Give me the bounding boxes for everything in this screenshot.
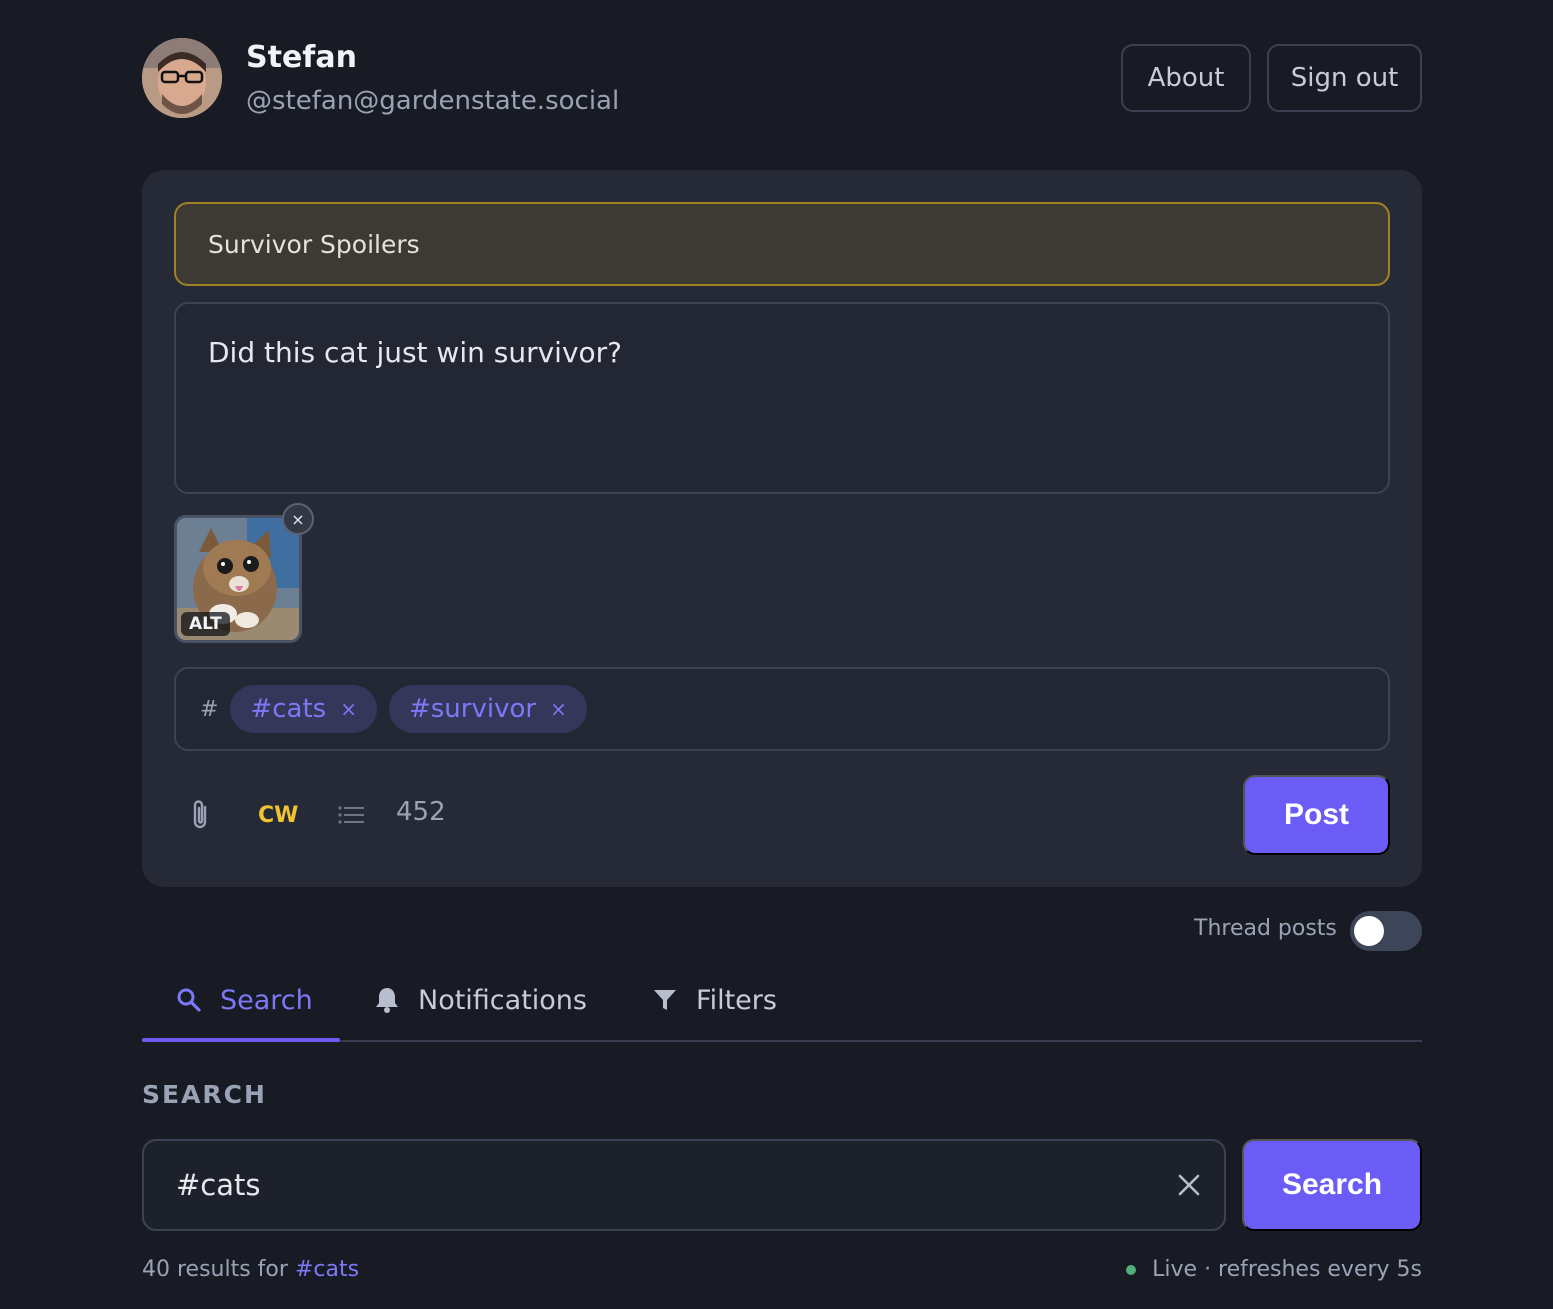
tab-search-label: Search bbox=[220, 984, 313, 1016]
tag-remove-icon[interactable]: × bbox=[550, 697, 567, 721]
avatar-portrait bbox=[142, 38, 222, 118]
tab-bar: Search Notifications Filters bbox=[142, 960, 1422, 1042]
search-button[interactable]: Search bbox=[1242, 1139, 1422, 1231]
attachment-thumbnail[interactable]: ALT bbox=[174, 515, 302, 643]
results-count: 40 results for bbox=[142, 1257, 295, 1282]
hashtag-input[interactable]: # #cats × #survivor × bbox=[174, 667, 1390, 751]
composer-toolbar: CW 452 Post bbox=[174, 775, 1390, 855]
sign-out-button[interactable]: Sign out bbox=[1267, 44, 1422, 112]
section-title: SEARCH bbox=[142, 1080, 267, 1109]
list-button[interactable] bbox=[338, 795, 364, 835]
alt-badge[interactable]: ALT bbox=[181, 612, 230, 636]
profile-header: Stefan @stefan@gardenstate.social About … bbox=[142, 38, 1422, 118]
remove-attachment-button[interactable]: × bbox=[282, 503, 314, 535]
thread-posts-toggle[interactable] bbox=[1350, 911, 1422, 951]
avatar[interactable] bbox=[142, 38, 222, 118]
tag-chip[interactable]: #survivor × bbox=[388, 685, 587, 733]
paperclip-icon bbox=[193, 800, 207, 829]
active-tab-indicator bbox=[142, 1038, 340, 1042]
results-summary: 40 results for #cats bbox=[142, 1257, 359, 1282]
filter-icon bbox=[654, 990, 676, 1010]
composer-card: Survivor Spoilers Did this cat just win … bbox=[142, 170, 1422, 887]
clear-icon[interactable] bbox=[1176, 1172, 1202, 1198]
tag-remove-icon[interactable]: × bbox=[340, 697, 357, 721]
tab-notifications[interactable]: Notifications bbox=[374, 960, 587, 1040]
content-warning-text: Survivor Spoilers bbox=[208, 229, 420, 259]
search-icon bbox=[177, 988, 201, 1012]
account-handle: @stefan@gardenstate.social bbox=[246, 86, 620, 116]
display-name: Stefan bbox=[246, 40, 357, 75]
content-warning-input[interactable]: Survivor Spoilers bbox=[174, 202, 1390, 286]
live-indicator-dot bbox=[1126, 1264, 1137, 1275]
toggle-knob bbox=[1354, 916, 1384, 946]
thread-posts-label: Thread posts bbox=[1194, 916, 1337, 941]
tab-notifications-label: Notifications bbox=[418, 984, 587, 1016]
list-icon bbox=[338, 806, 364, 824]
about-button[interactable]: About bbox=[1121, 44, 1251, 112]
search-query: #cats bbox=[176, 1168, 261, 1202]
bell-icon bbox=[376, 988, 398, 1013]
post-text: Did this cat just win survivor? bbox=[208, 336, 623, 369]
tag-chip-label: #survivor bbox=[408, 694, 537, 724]
app-root: Stefan @stefan@gardenstate.social About … bbox=[142, 0, 1422, 1309]
tab-filters[interactable]: Filters bbox=[652, 960, 777, 1040]
content-warning-toggle[interactable]: CW bbox=[258, 795, 298, 835]
search-input[interactable]: #cats bbox=[142, 1139, 1226, 1231]
tag-chip-label: #cats bbox=[250, 694, 327, 724]
post-text-input[interactable]: Did this cat just win survivor? bbox=[174, 302, 1390, 494]
post-button[interactable]: Post bbox=[1243, 775, 1390, 855]
tab-filters-label: Filters bbox=[696, 984, 777, 1016]
hashtag-prefix: # bbox=[200, 696, 219, 722]
tag-chip[interactable]: #cats × bbox=[230, 685, 377, 733]
live-status: Live · refreshes every 5s bbox=[1126, 1257, 1422, 1282]
character-count: 452 bbox=[396, 797, 446, 827]
results-term-link[interactable]: #cats bbox=[295, 1257, 359, 1282]
tab-search[interactable]: Search bbox=[176, 960, 313, 1040]
close-icon: × bbox=[291, 509, 305, 529]
live-status-text: Live · refreshes every 5s bbox=[1152, 1257, 1422, 1282]
attach-button[interactable] bbox=[188, 795, 212, 835]
